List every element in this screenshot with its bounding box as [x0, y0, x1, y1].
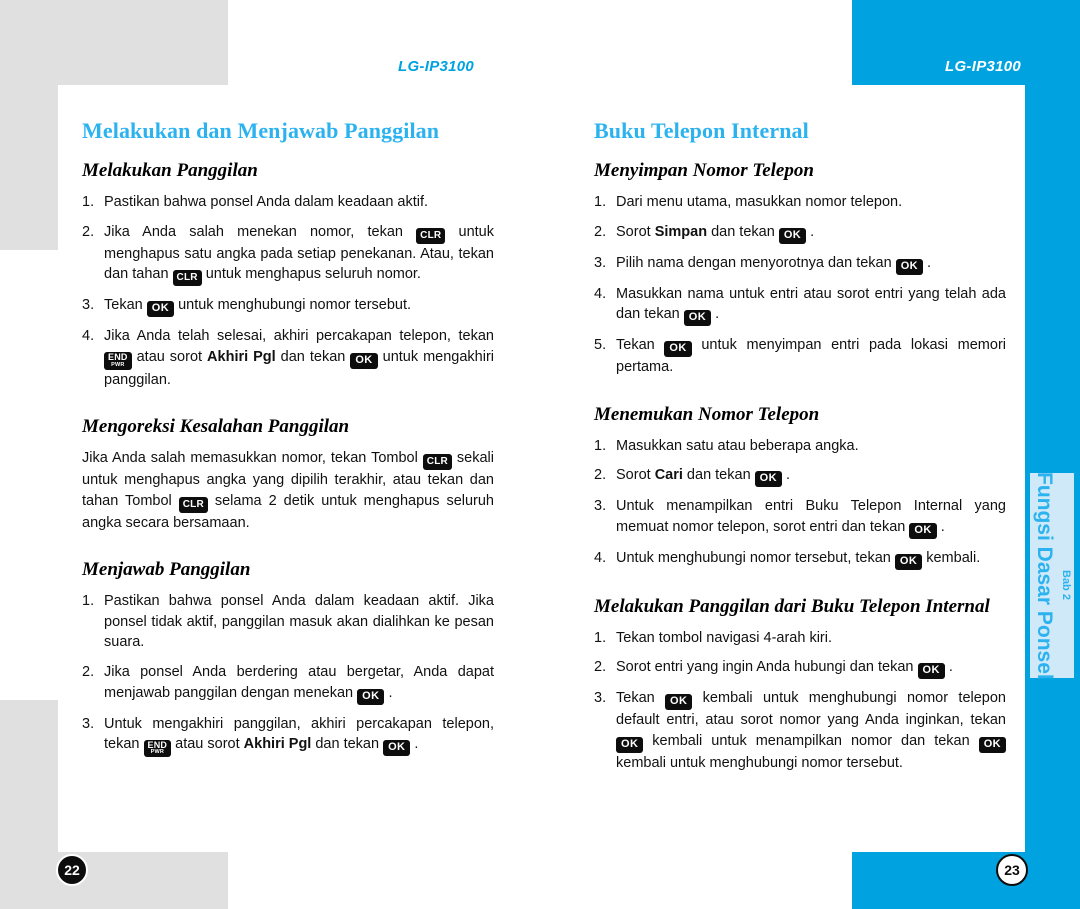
- step-number: 1.: [594, 629, 607, 646]
- step-item: 1. Pastikan bahwa ponsel Anda dalam keada…: [82, 593, 494, 651]
- step-item: 4. Masukkan nama untuk entri atau sorot e…: [594, 284, 1006, 327]
- step-number: 2.: [594, 223, 607, 240]
- ok-key-icon: OK: [917, 663, 945, 680]
- step-item: 2. Jika ponsel Anda berdering atau berget…: [82, 662, 494, 705]
- right-section-title: Buku Telepon Internal: [594, 118, 809, 143]
- clr-key-icon: CLR: [422, 454, 452, 471]
- step-item: 1. Pastikan bahwa ponsel Anda dalam keada…: [82, 192, 494, 213]
- step-item: 1. Masukkan satu atau beberapa angka.: [594, 436, 1006, 457]
- step-item: 3. Tekan OK kembali untuk menghubungi nom…: [594, 690, 1006, 772]
- ok-key-icon: OK: [894, 553, 923, 570]
- ui-term: Akhiri Pgl: [207, 348, 276, 365]
- step-number: 4.: [594, 549, 607, 566]
- step-number: 3.: [82, 297, 95, 314]
- right-subsection-1-steps: 1. Dari menu utama, masukkan nomor telepo…: [594, 192, 1006, 378]
- left-subsection-1-steps: 1. Pastikan bahwa ponsel Anda dalam keada…: [82, 192, 494, 390]
- right-subsection-2-title: Menemukan Nomor Telepon: [594, 403, 820, 425]
- left-section-title: Melakukan dan Menjawab Panggilan: [82, 118, 440, 143]
- ok-key-icon: OK: [357, 688, 385, 705]
- clr-key-icon: CLR: [172, 270, 202, 287]
- ui-term: Akhiri Pgl: [243, 736, 312, 753]
- ui-term: Cari: [654, 467, 683, 484]
- right-page-column: Buku Telepon Internal Menyimpan Nomor Te…: [594, 118, 1006, 783]
- step-item: 1. Tekan tombol navigasi 4-arah kiri.: [594, 628, 1006, 649]
- ok-key-icon: OK: [350, 352, 378, 369]
- running-head-right: LG-IP3100: [945, 58, 1022, 75]
- step-item: 4. Untuk menghubungi nomor tersebut, teka…: [594, 548, 1006, 570]
- left-subsection-1-title: Melakukan Panggilan: [82, 160, 258, 181]
- step-item: 2. Jika Anda salah menekan nomor, tekan C…: [82, 222, 494, 287]
- gray-edge-strip-top-left: [0, 0, 58, 250]
- chapter-tab: Fungsi Dasar Ponsel Bab 2: [1030, 471, 1074, 680]
- step-item: 3. Pilih nama dengan menyorotnya dan teka…: [594, 253, 1006, 275]
- end-pwr-key-icon: END PWR: [104, 352, 132, 370]
- step-item: 4. Jika Anda telah selesai, akhiri percak…: [82, 328, 495, 388]
- left-subsection-2-title: Mengoreksi Kesalahan Panggilan: [82, 416, 350, 438]
- ok-key-icon: OK: [683, 310, 712, 327]
- left-subsection-3-title: Menjawab Panggilan: [82, 559, 251, 581]
- ok-key-icon: OK: [909, 522, 937, 539]
- blue-edge-strip-upper-right: [1025, 0, 1080, 460]
- step-number: 4.: [82, 328, 95, 345]
- step-number: 3.: [594, 498, 607, 515]
- right-subsection-2-steps: 1. Masukkan satu atau beberapa angka. 2. So…: [594, 436, 1006, 570]
- clr-key-icon: CLR: [178, 496, 208, 513]
- step-item: 2. Sorot Simpan dan tekan OK .: [594, 222, 1006, 244]
- step-item: 5. Tekan OK untuk menyimpan entri pada lo…: [594, 337, 1006, 376]
- step-item: 3. Tekan OK untuk menghubungi nomor terse…: [82, 295, 494, 318]
- blue-corner-block-bottom-right: [852, 852, 1080, 909]
- step-number: 2.: [594, 659, 607, 676]
- gray-corner-block-bottom-left: [0, 852, 228, 909]
- step-number: 3.: [594, 690, 607, 707]
- right-subsection-1-title: Menyimpan Nomor Telepon: [594, 160, 814, 181]
- ok-key-icon: OK: [978, 737, 1006, 754]
- ok-key-icon: OK: [778, 227, 807, 244]
- step-number: 2.: [82, 663, 95, 680]
- ok-key-icon: OK: [665, 694, 693, 711]
- ui-term: Simpan: [654, 223, 708, 240]
- step-item: 1. Dari menu utama, masukkan nomor telepo…: [594, 192, 1006, 213]
- page-number-right: 23: [996, 854, 1028, 886]
- step-number: 1.: [594, 437, 607, 454]
- step-number: 3.: [594, 254, 607, 271]
- step-item: 2. Sorot entri yang ingin Anda hubungi da…: [594, 657, 1006, 680]
- running-head-left: LG-IP3100: [398, 58, 475, 75]
- ok-key-icon: OK: [754, 471, 782, 488]
- step-number: 2.: [594, 467, 607, 484]
- step-item: 3. Untuk mengakhiri panggilan, akhiri per…: [82, 715, 494, 757]
- left-page-column: Melakukan dan Menjawab Panggilan Melakuk…: [82, 118, 494, 766]
- step-number: 1.: [82, 194, 95, 210]
- step-item: 2. Sorot Cari dan tekan OK .: [594, 465, 1006, 488]
- left-subsection-2-paragraph: Jika Anda salah memasukkan nomor, tekan …: [82, 450, 494, 531]
- step-number: 1.: [594, 194, 607, 210]
- right-subsection-3-steps: 1. Tekan tombol navigasi 4-arah kiri. 2. So…: [594, 628, 1006, 774]
- chapter-tab-title: Fungsi Dasar Ponsel: [1033, 471, 1056, 680]
- ok-key-icon: OK: [616, 737, 644, 754]
- step-number: 2.: [82, 223, 95, 240]
- ok-key-icon: OK: [146, 301, 175, 318]
- right-subsection-3-title: Melakukan Panggilan dari Buku Telepon In…: [594, 595, 990, 617]
- left-subsection-3-steps: 1. Pastikan bahwa ponsel Anda dalam keada…: [82, 591, 494, 757]
- step-number: 1.: [82, 593, 95, 610]
- step-number: 4.: [594, 285, 607, 302]
- step-item: 3. Untuk menampilkan entri Buku Telepon I…: [594, 496, 1006, 539]
- ok-key-icon: OK: [383, 740, 411, 757]
- page-number-left: 22: [56, 854, 88, 886]
- chapter-tab-number: Bab 2: [1060, 569, 1072, 600]
- ok-key-icon: OK: [895, 258, 924, 275]
- step-number: 5.: [594, 337, 607, 354]
- step-number: 3.: [82, 715, 95, 732]
- clr-key-icon: CLR: [416, 227, 446, 244]
- ok-key-icon: OK: [664, 341, 692, 358]
- end-pwr-key-icon: END PWR: [143, 739, 172, 757]
